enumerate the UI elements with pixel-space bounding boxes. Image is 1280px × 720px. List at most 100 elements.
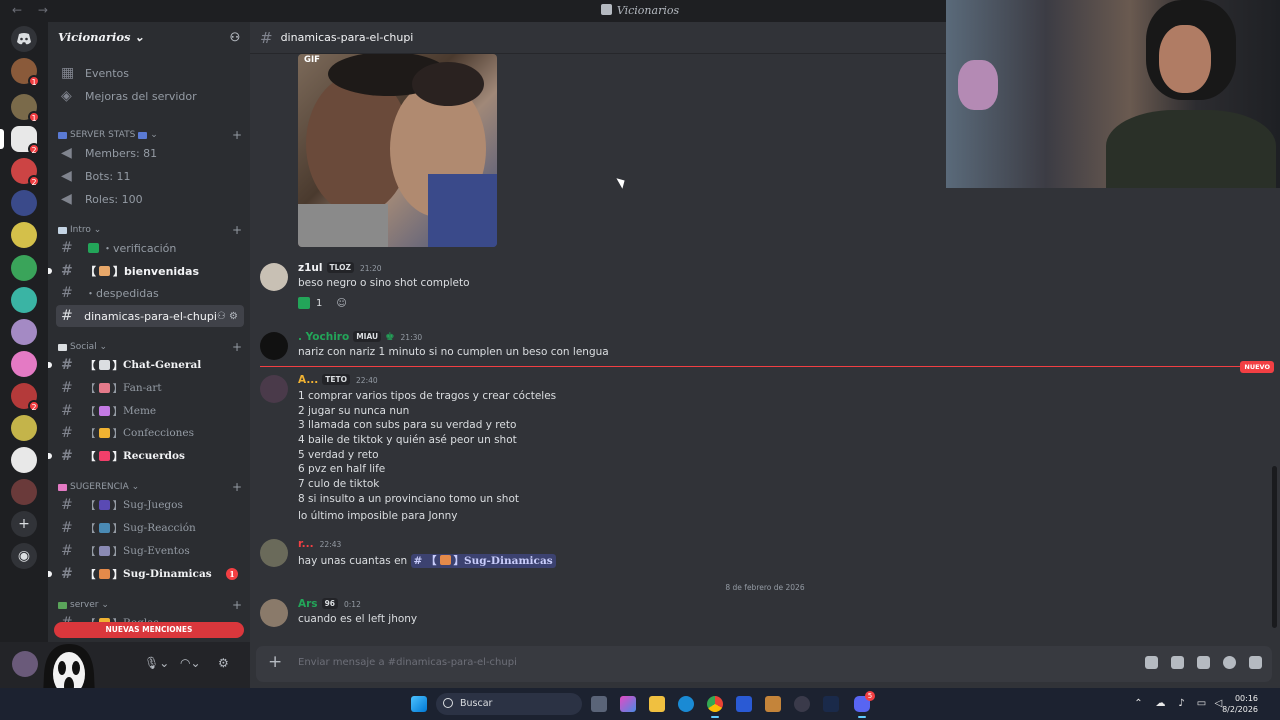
timestamp: 0:12 xyxy=(344,600,361,609)
add-server-icon[interactable]: + xyxy=(11,511,37,537)
windows-start-icon[interactable] xyxy=(411,696,427,712)
file-explorer-icon[interactable] xyxy=(649,696,665,712)
server-avatar[interactable] xyxy=(11,319,37,345)
emoji-icon xyxy=(439,555,451,565)
author-avatar[interactable] xyxy=(260,332,288,360)
reaction-check[interactable]: 1 ☺ xyxy=(298,294,347,312)
headphones-icon[interactable]: ◠⌄ xyxy=(180,656,201,670)
channel-bienvenidas[interactable]: # 【】 bienvenidas xyxy=(48,260,244,282)
copilot-icon[interactable] xyxy=(620,696,636,712)
discord-taskbar-icon[interactable]: 5 xyxy=(854,691,875,718)
add-member-icon[interactable]: ⚇ xyxy=(230,30,240,46)
add-channel-icon[interactable]: + xyxy=(232,340,242,354)
server-avatar[interactable] xyxy=(11,351,37,377)
emoji-icon[interactable] xyxy=(1223,656,1236,669)
role-tag: TETO xyxy=(322,374,351,385)
server-avatar[interactable] xyxy=(11,190,37,216)
channel-confecciones[interactable]: # 【】 Confecciones xyxy=(56,422,244,444)
explore-icon[interactable]: ◉ xyxy=(11,543,37,569)
scrollbar[interactable] xyxy=(1272,466,1277,628)
channel-sug-reaccion[interactable]: # 【】 Sug-Reacción xyxy=(56,517,244,539)
settings-gear-icon[interactable]: ⚙ xyxy=(218,656,229,670)
tray-chevron-icon[interactable]: ⌃ xyxy=(1133,698,1144,709)
author-avatar[interactable] xyxy=(260,539,288,567)
badge-icon: ♚ xyxy=(385,331,395,343)
server-avatar[interactable]: 1 xyxy=(11,58,40,87)
check-emoji-icon xyxy=(298,297,310,309)
system-clock[interactable]: 00:16 8/2/2026 xyxy=(1222,693,1258,715)
app-icon[interactable] xyxy=(794,696,810,712)
taskbar-search[interactable]: Buscar xyxy=(436,693,582,715)
steam-icon[interactable] xyxy=(823,696,839,712)
new-mentions-pill[interactable]: NUEVAS MENCIONES xyxy=(54,622,244,638)
server-avatar[interactable]: 2 xyxy=(11,383,40,412)
tray-network-icon[interactable]: ▭ xyxy=(1196,698,1207,709)
category-social[interactable]: Social ⌄ + xyxy=(58,340,242,354)
store-icon[interactable] xyxy=(736,696,752,712)
category-intro[interactable]: Intro ⌄ + xyxy=(58,223,242,237)
add-channel-icon[interactable]: + xyxy=(232,223,242,237)
user-avatar[interactable] xyxy=(12,651,38,677)
microphone-icon[interactable]: 🎙︎⌄ xyxy=(144,656,169,670)
discord-home-icon[interactable] xyxy=(11,26,37,52)
server-avatar-active[interactable]: 2 xyxy=(0,126,40,155)
author-name[interactable]: Ars xyxy=(298,598,318,610)
author-name[interactable]: A... xyxy=(298,374,318,386)
channel-dinamicas-active[interactable]: # dinamicas-para-el-chupi ⚇ ⚙ xyxy=(56,305,244,327)
channel-recuerdos[interactable]: # 【】 Recuerdos xyxy=(48,445,244,467)
channel-sug-juegos[interactable]: # 【】 Sug-Juegos xyxy=(56,494,244,516)
chrome-icon[interactable] xyxy=(707,696,723,718)
category-server-stats[interactable]: SERVER STATS ⌄ + xyxy=(58,128,242,142)
channel-chat-general[interactable]: # 【】 Chat-General xyxy=(48,354,244,376)
add-channel-icon[interactable]: + xyxy=(232,598,242,612)
category-server[interactable]: server ⌄ + xyxy=(58,598,242,612)
server-avatar[interactable] xyxy=(11,479,37,505)
server-avatar[interactable] xyxy=(11,447,37,473)
sticker-icon[interactable] xyxy=(1197,656,1210,669)
channel-sug-eventos[interactable]: # 【】 Sug-Eventos xyxy=(56,540,244,562)
sidebar-item-mejoras[interactable]: ◈ Mejoras del servidor xyxy=(56,85,244,107)
channel-fan-art[interactable]: # 【】 Fan-art xyxy=(56,377,244,399)
gif-icon[interactable] xyxy=(1171,656,1184,669)
server-avatar[interactable] xyxy=(11,287,37,313)
channel-verificacion[interactable]: # ・verificación xyxy=(56,237,244,259)
author-avatar[interactable] xyxy=(260,599,288,627)
channel-sug-dinamicas[interactable]: # 【】 Sug-Dinamicas 1 xyxy=(48,563,244,585)
plush-toy xyxy=(958,60,998,110)
add-channel-icon[interactable]: + xyxy=(232,480,242,494)
add-reaction-icon[interactable]: ☺ xyxy=(336,298,346,309)
apps-icon[interactable] xyxy=(1249,656,1262,669)
server-header[interactable]: Vicionarios ⌄ ⚇ xyxy=(48,22,250,54)
server-avatar[interactable] xyxy=(11,255,37,281)
tray-mic-icon[interactable]: ♪ xyxy=(1176,698,1187,709)
app-icon[interactable] xyxy=(765,696,781,712)
message-composer[interactable]: + Enviar mensaje a #dinamicas-para-el-ch… xyxy=(256,646,1272,682)
server-avatar[interactable] xyxy=(11,415,37,441)
channel-despedidas[interactable]: # ・despedidas xyxy=(56,282,244,304)
server-avatar[interactable] xyxy=(11,222,37,248)
server-avatar[interactable]: 2 xyxy=(11,158,40,187)
author-name[interactable]: . Yochiro xyxy=(298,331,349,343)
tray-cloud-icon[interactable]: ☁ xyxy=(1155,698,1166,709)
gif-image[interactable]: GIF xyxy=(298,54,497,247)
server-avatar[interactable]: 1 xyxy=(11,94,40,123)
channel-mention[interactable]: # 【】Sug-Dinamicas xyxy=(410,554,556,568)
channel-meme[interactable]: # 【】 Meme xyxy=(56,400,244,422)
task-view-icon[interactable] xyxy=(591,696,607,712)
author-name[interactable]: z1ul xyxy=(298,262,323,274)
attach-plus-icon[interactable]: + xyxy=(268,652,282,672)
edge-icon[interactable] xyxy=(678,696,694,712)
channel-settings-icons[interactable]: ⚇ ⚙ xyxy=(217,311,238,322)
author-avatar[interactable] xyxy=(260,375,288,403)
sidebar-item-eventos[interactable]: ▦ Eventos xyxy=(56,62,244,84)
author-name[interactable]: r... xyxy=(298,538,314,550)
stat-roles[interactable]: ◀ Roles: 100 xyxy=(56,188,244,210)
message-input[interactable]: Enviar mensaje a #dinamicas-para-el-chup… xyxy=(298,657,517,668)
add-channel-icon[interactable]: + xyxy=(232,128,242,142)
stat-members[interactable]: ◀ Members: 81 xyxy=(56,142,244,164)
gift-icon[interactable] xyxy=(1145,656,1158,669)
stat-bots[interactable]: ◀ Bots: 11 xyxy=(56,165,244,187)
author-avatar[interactable] xyxy=(260,263,288,291)
category-sugerencia[interactable]: SUGERENCIA ⌄ + xyxy=(58,480,242,494)
hash-icon: # xyxy=(61,566,73,582)
